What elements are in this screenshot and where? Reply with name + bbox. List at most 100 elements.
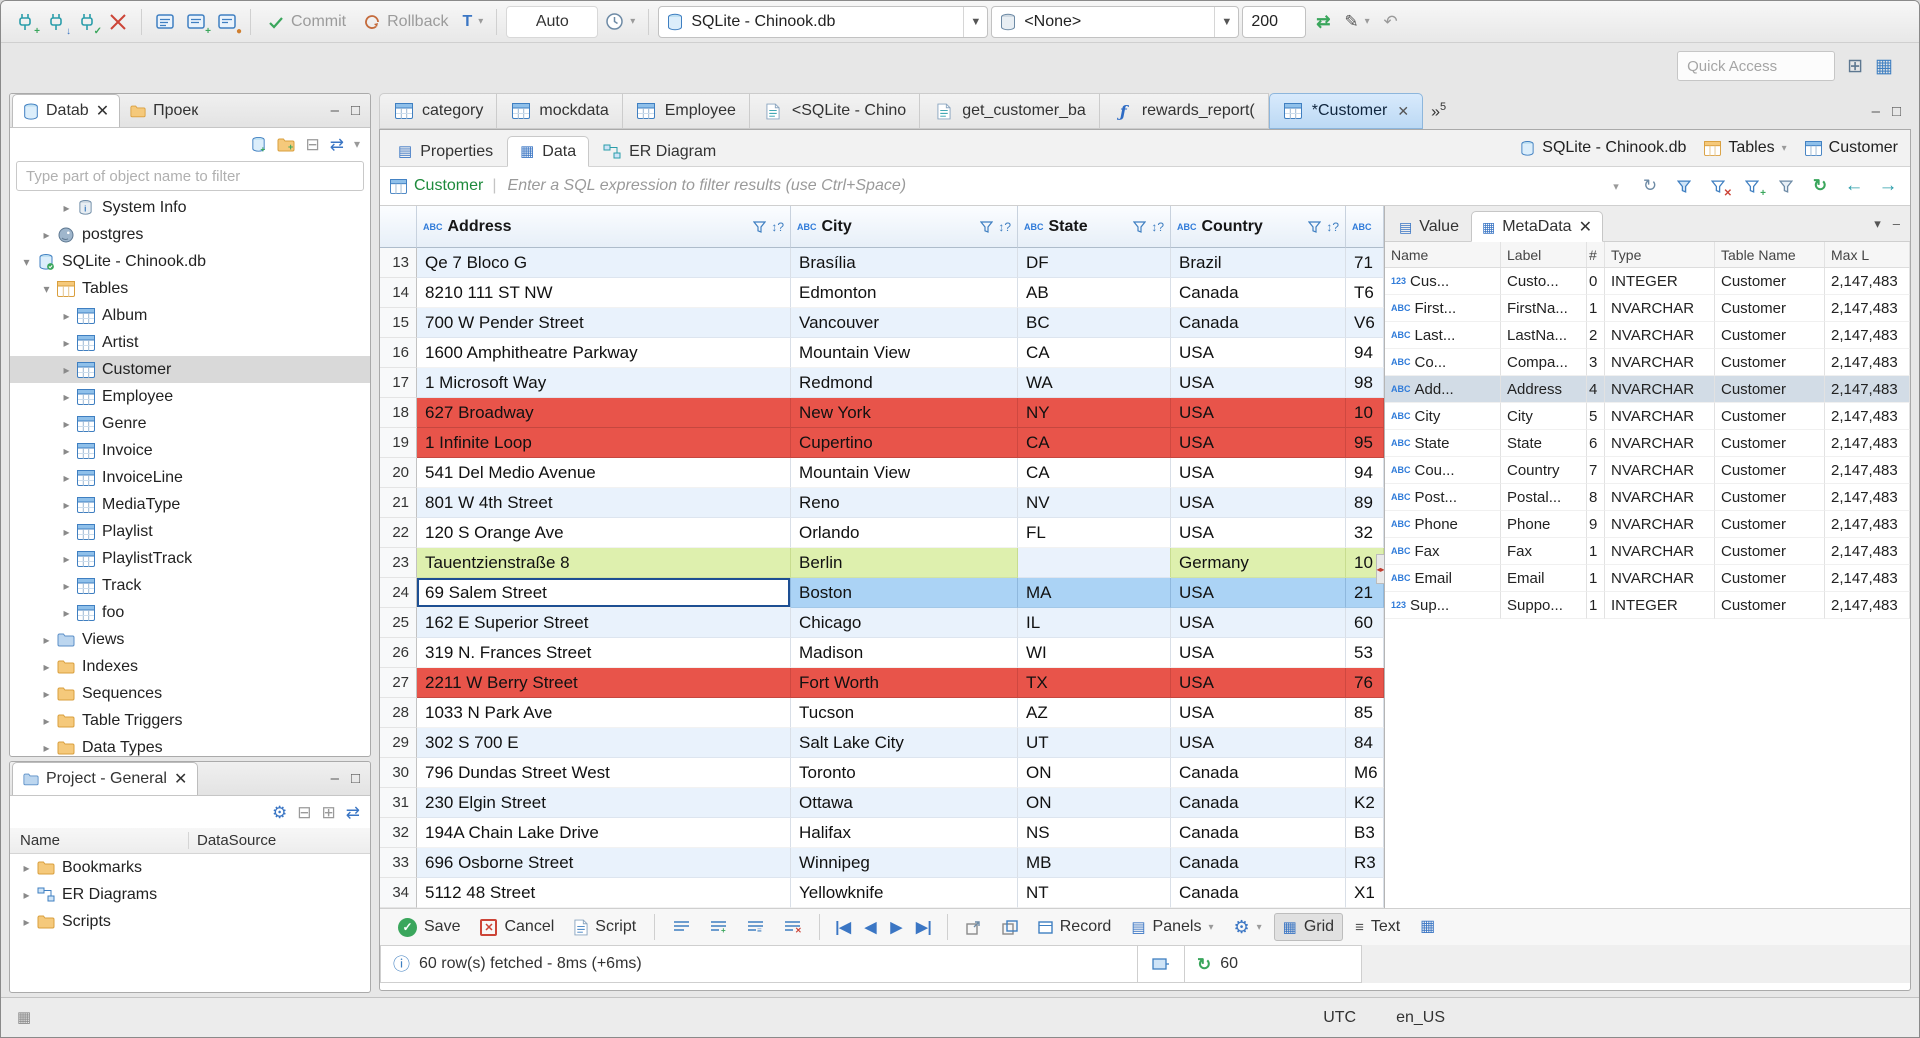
save-button[interactable]: ✓ Save (390, 913, 468, 941)
meta-type-cell[interactable]: NVARCHAR (1605, 322, 1715, 349)
cell-address[interactable]: 1 Microsoft Way (417, 368, 791, 398)
back-icon[interactable]: ← (1842, 174, 1866, 198)
table-row[interactable]: 27 2211 W Berry Street Fort Worth TX USA 76 (380, 668, 1384, 698)
meta-name-cell[interactable]: 123 Cus... (1385, 268, 1501, 295)
row-number[interactable]: 23 (380, 548, 417, 578)
meta-type-cell[interactable]: NVARCHAR (1605, 511, 1715, 538)
row-number[interactable]: 19 (380, 428, 417, 458)
metadata-row-email[interactable]: ABC Email Email 1 NVARCHAR Customer 2,147,483 (1385, 565, 1910, 592)
meta-name-cell[interactable]: 123 Sup... (1385, 592, 1501, 619)
sort-indicator-icon[interactable]: ↕? (1151, 220, 1164, 234)
meta-name-cell[interactable]: ABC Last... (1385, 322, 1501, 349)
chevron-right-icon[interactable]: ▸ (58, 579, 75, 593)
meta-table-cell[interactable]: Customer (1715, 457, 1825, 484)
meta-name-cell[interactable]: ABC City (1385, 403, 1501, 430)
cell-country[interactable]: Canada (1171, 308, 1346, 338)
locale-indicator[interactable]: en_US (1396, 1009, 1445, 1027)
cell-city[interactable]: Cupertino (791, 428, 1018, 458)
cell-country[interactable]: USA (1171, 458, 1346, 488)
project-item-bookmarks[interactable]: ▸ Bookmarks (10, 854, 370, 881)
table-row[interactable]: 13 Qe 7 Bloco G Brasília DF Brazil 71 (380, 248, 1384, 278)
cell-city[interactable]: Vancouver (791, 308, 1018, 338)
meta-name-cell[interactable]: ABC State (1385, 430, 1501, 457)
editor-tab-mockdata[interactable]: mockdata (497, 93, 623, 129)
dba-perspective-icon[interactable]: ▦ (1875, 57, 1893, 76)
cell-state[interactable]: NT (1018, 878, 1171, 908)
minimize-icon[interactable]: – (331, 770, 339, 787)
filter-funnel-icon[interactable] (1133, 220, 1147, 233)
meta-table-cell[interactable]: Customer (1715, 430, 1825, 457)
meta-maxlen-cell[interactable]: 2,147,483 (1825, 430, 1910, 457)
meta-column-type[interactable]: Type (1605, 242, 1715, 267)
filter-apply-icon[interactable] (1672, 174, 1696, 198)
meta-label-cell[interactable]: LastNa... (1501, 322, 1587, 349)
cell-city[interactable]: Fort Worth (791, 668, 1018, 698)
cell-city[interactable]: Yellowknife (791, 878, 1018, 908)
cell-state[interactable]: WA (1018, 368, 1171, 398)
cell-address[interactable]: Tauentzienstraße 8 (417, 548, 791, 578)
cell-city[interactable]: Tucson (791, 698, 1018, 728)
tree-item-playlist[interactable]: ▸ Playlist (10, 518, 370, 545)
cell-country[interactable]: USA (1171, 368, 1346, 398)
chevron-down-icon[interactable]: ▾ (18, 255, 35, 269)
cell-state[interactable]: AZ (1018, 698, 1171, 728)
auto-refresh-box[interactable]: ↻ 60 (1184, 945, 1362, 983)
row-number[interactable]: 34 (380, 878, 417, 908)
add-row-icon[interactable]: + (702, 913, 735, 941)
column-header-country[interactable]: ABC Country ↕? (1171, 206, 1346, 248)
chevron-right-icon[interactable]: ▸ (58, 201, 75, 215)
meta-table-cell[interactable]: Customer (1715, 322, 1825, 349)
link-with-editor-icon[interactable]: ⇄ (346, 804, 360, 821)
meta-name-cell[interactable]: ABC Post... (1385, 484, 1501, 511)
sql-filter-input[interactable] (505, 176, 1595, 196)
meta-table-cell[interactable]: Customer (1715, 376, 1825, 403)
cell-address[interactable]: 194A Chain Lake Drive (417, 818, 791, 848)
metadata-row-firstna[interactable]: ABC First... FirstNa... 1 NVARCHAR Customer 2,… (1385, 295, 1910, 322)
cell-postal[interactable]: R3 (1346, 848, 1384, 878)
cell-postal[interactable]: 94 (1346, 458, 1384, 488)
meta-ordinal-cell[interactable]: 1 (1587, 565, 1605, 592)
meta-type-cell[interactable]: NVARCHAR (1605, 295, 1715, 322)
cell-country[interactable]: USA (1171, 608, 1346, 638)
metadata-row-custo[interactable]: 123 Cus... Custo... 0 INTEGER Customer 2,147,4… (1385, 268, 1910, 295)
cell-country[interactable]: USA (1171, 488, 1346, 518)
chevron-right-icon[interactable]: ▸ (58, 471, 75, 485)
cell-city[interactable]: Redmond (791, 368, 1018, 398)
expand-all-icon[interactable]: ⊞ (322, 804, 336, 821)
meta-table-cell[interactable]: Customer (1715, 484, 1825, 511)
chevron-right-icon[interactable]: ▸ (58, 552, 75, 566)
grid-extra-icon[interactable]: ▦ (1412, 913, 1443, 941)
row-number[interactable]: 31 (380, 788, 417, 818)
tree-item-album[interactable]: ▸ Album (10, 302, 370, 329)
last-row-icon[interactable]: ▶| (911, 918, 937, 936)
cell-state[interactable] (1018, 548, 1171, 578)
cell-city[interactable]: Orlando (791, 518, 1018, 548)
cell-country[interactable]: Canada (1171, 758, 1346, 788)
timezone-indicator[interactable]: UTC (1323, 1009, 1356, 1027)
chevron-right-icon[interactable]: ▸ (58, 390, 75, 404)
table-row[interactable]: 19 1 Infinite Loop Cupertino CA USA 95 (380, 428, 1384, 458)
meta-type-cell[interactable]: INTEGER (1605, 592, 1715, 619)
edit-value-icon[interactable] (665, 913, 698, 941)
breadcrumb-entity[interactable]: Customer (1804, 139, 1898, 157)
meta-table-cell[interactable]: Customer (1715, 538, 1825, 565)
editor-tab-employee[interactable]: Employee (622, 93, 750, 129)
maximize-icon[interactable]: □ (351, 770, 360, 787)
meta-ordinal-cell[interactable]: 5 (1587, 403, 1605, 430)
row-number[interactable]: 18 (380, 398, 417, 428)
chevron-right-icon[interactable]: ▸ (58, 444, 75, 458)
link-with-editor-icon[interactable]: ⇄ (330, 136, 344, 153)
cell-state[interactable]: CA (1018, 428, 1171, 458)
cell-postal[interactable]: 89 (1346, 488, 1384, 518)
meta-label-cell[interactable]: State (1501, 430, 1587, 457)
transaction-log-icon[interactable]: ▾ (601, 7, 639, 37)
row-number[interactable]: 24 (380, 578, 417, 608)
gear-icon[interactable]: ⚙ (272, 804, 287, 821)
filter-funnel-icon[interactable] (980, 220, 994, 233)
tree-item-playlisttrack[interactable]: ▸ PlaylistTrack (10, 545, 370, 572)
maximize-icon[interactable]: □ (1892, 103, 1901, 120)
cell-postal[interactable]: V6 (1346, 308, 1384, 338)
cell-city[interactable]: Edmonton (791, 278, 1018, 308)
cell-city[interactable]: Reno (791, 488, 1018, 518)
metadata-row-fax[interactable]: ABC Fax Fax 1 NVARCHAR Customer 2,147,483 (1385, 538, 1910, 565)
